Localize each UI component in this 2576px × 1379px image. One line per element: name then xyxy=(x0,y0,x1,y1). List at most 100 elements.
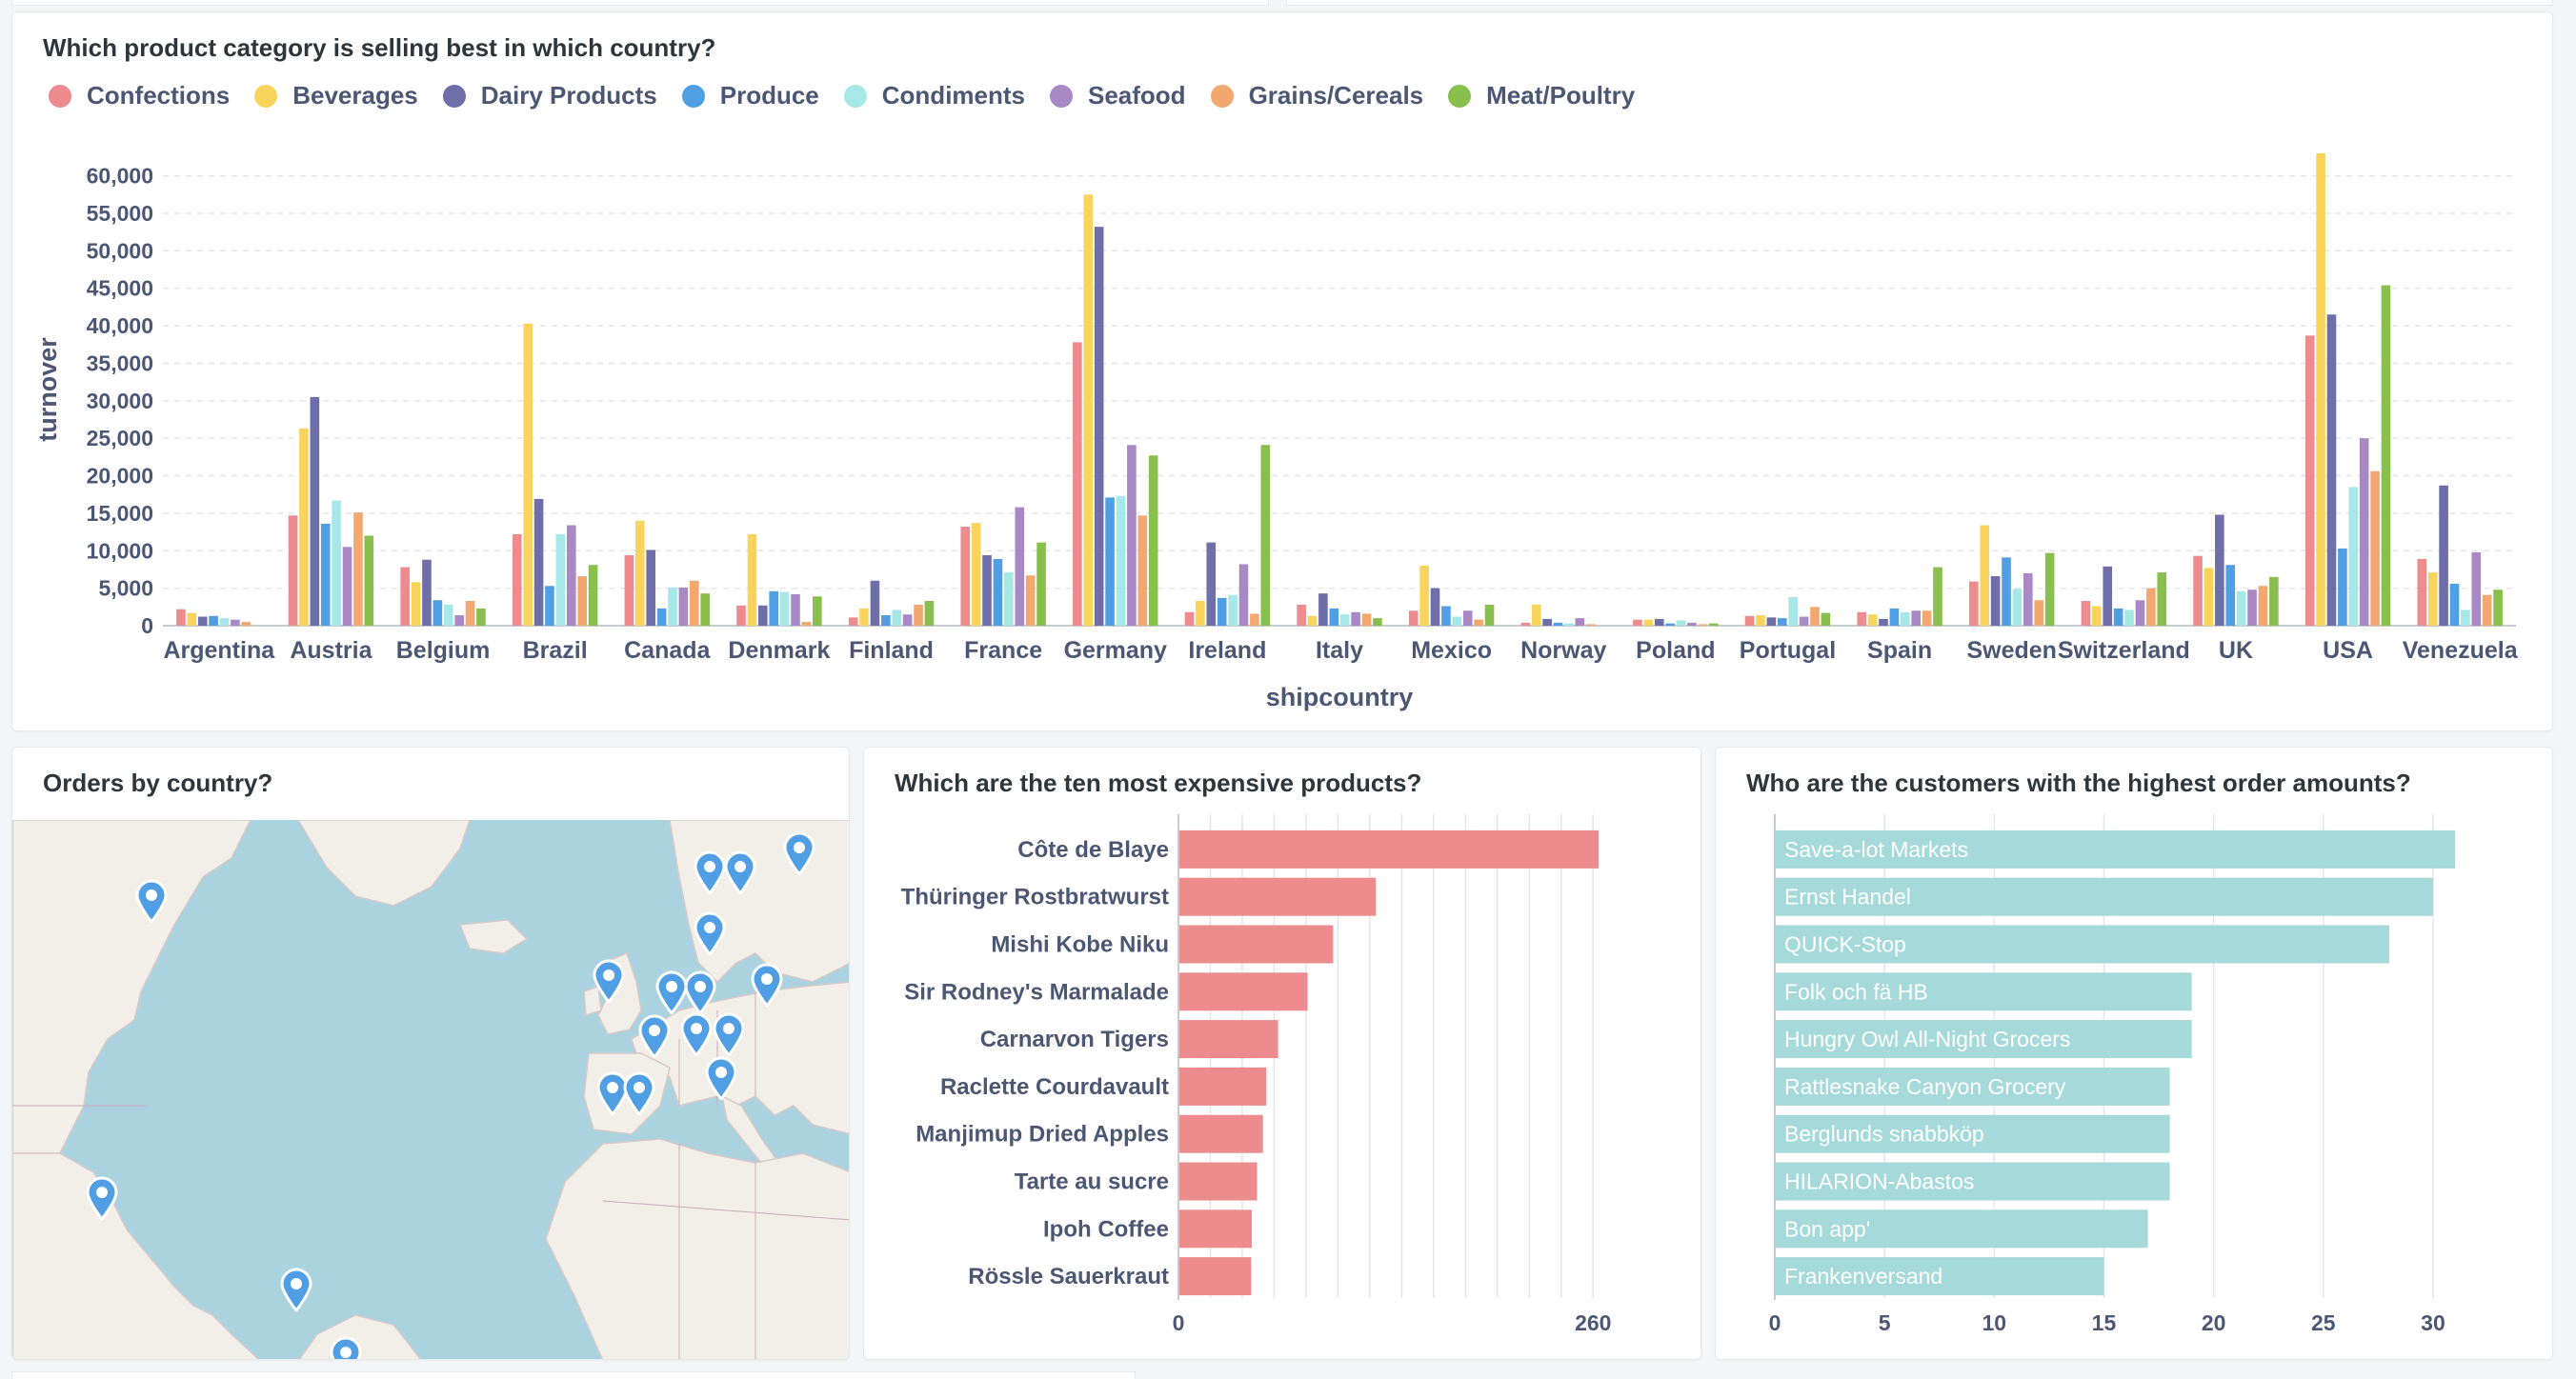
map-pin-icon[interactable] xyxy=(85,1176,119,1222)
bar[interactable] xyxy=(1788,597,1798,626)
map-pin-icon[interactable] xyxy=(750,963,784,1009)
bar[interactable] xyxy=(624,554,634,626)
bar[interactable] xyxy=(1933,567,1942,626)
bar[interactable] xyxy=(1756,614,1765,626)
bar[interactable] xyxy=(1178,1257,1252,1296)
bar[interactable] xyxy=(689,580,699,626)
bar[interactable] xyxy=(555,533,566,626)
bar[interactable] xyxy=(2204,568,2214,626)
bar[interactable] xyxy=(1178,1067,1267,1106)
bar[interactable] xyxy=(1250,613,1259,626)
map-pin-icon[interactable] xyxy=(693,911,727,957)
map-pin-icon[interactable] xyxy=(693,850,727,896)
bar[interactable] xyxy=(454,614,464,626)
bar[interactable] xyxy=(433,600,443,626)
bar[interactable] xyxy=(2092,606,2102,626)
bar[interactable] xyxy=(1643,619,1654,626)
bar[interactable] xyxy=(1633,619,1642,626)
bar[interactable] xyxy=(187,612,197,626)
bar[interactable] xyxy=(1361,613,1372,626)
bar[interactable] xyxy=(1073,342,1082,626)
bar[interactable] xyxy=(2193,555,2203,626)
bar[interactable] xyxy=(678,587,689,626)
bar[interactable] xyxy=(1297,604,1306,626)
bar[interactable] xyxy=(1879,618,1888,626)
bar[interactable] xyxy=(2236,590,2246,626)
bar[interactable] xyxy=(2113,608,2123,626)
map-pin-icon[interactable] xyxy=(723,850,757,896)
bar[interactable] xyxy=(588,565,598,626)
bar[interactable] xyxy=(1857,611,1866,626)
bar[interactable] xyxy=(960,527,971,626)
bar[interactable] xyxy=(859,608,869,626)
bar[interactable] xyxy=(2439,485,2448,626)
bar[interactable] xyxy=(634,520,645,626)
bar[interactable] xyxy=(320,523,331,626)
map-pin-icon[interactable] xyxy=(592,959,626,1005)
bar[interactable] xyxy=(1206,542,1217,626)
bar[interactable] xyxy=(176,609,186,626)
bar[interactable] xyxy=(1419,566,1429,626)
bar[interactable] xyxy=(2493,590,2503,626)
expensive-products-card[interactable]: Which are the ten most expensive product… xyxy=(863,747,1701,1360)
bar[interactable] xyxy=(1687,622,1697,626)
bar[interactable] xyxy=(2124,610,2134,626)
bar[interactable] xyxy=(1553,622,1563,626)
bar[interactable] xyxy=(646,550,655,626)
bar[interactable] xyxy=(1474,619,1483,626)
map-pin-icon[interactable] xyxy=(712,1012,746,1058)
bar[interactable] xyxy=(545,586,554,626)
bar[interactable] xyxy=(1777,618,1787,626)
bar[interactable] xyxy=(2247,590,2257,626)
bar[interactable] xyxy=(1178,1114,1263,1153)
bar[interactable] xyxy=(1564,623,1574,626)
bar[interactable] xyxy=(2215,514,2224,626)
bar[interactable] xyxy=(2449,583,2460,626)
bar[interactable] xyxy=(2258,586,2268,626)
bar[interactable] xyxy=(1137,515,1148,626)
bar[interactable] xyxy=(2225,565,2236,626)
bar[interactable] xyxy=(342,547,352,626)
bar[interactable] xyxy=(791,593,800,626)
bar[interactable] xyxy=(1575,618,1585,626)
bar[interactable] xyxy=(2316,153,2325,626)
bar[interactable] xyxy=(2471,551,2482,626)
bar[interactable] xyxy=(1105,497,1115,626)
bar[interactable] xyxy=(1178,877,1377,916)
bar[interactable] xyxy=(1116,495,1126,626)
map-pin-icon[interactable] xyxy=(637,1014,672,1060)
bar[interactable] xyxy=(848,617,858,626)
bar[interactable] xyxy=(1889,608,1900,626)
category-by-country-card[interactable]: Which product category is selling best i… xyxy=(11,11,2553,731)
bar[interactable] xyxy=(1708,623,1719,626)
bar[interactable] xyxy=(1178,1162,1258,1201)
bar[interactable] xyxy=(1025,575,1036,626)
bar[interactable] xyxy=(881,614,891,626)
bar[interactable] xyxy=(914,604,923,626)
bar[interactable] xyxy=(1178,1020,1278,1059)
bar[interactable] xyxy=(2157,572,2167,626)
bar[interactable] xyxy=(1911,610,1921,626)
bar[interactable] xyxy=(443,604,453,626)
bar[interactable] xyxy=(1178,829,1600,869)
bar[interactable] xyxy=(1238,564,1249,626)
bar[interactable] xyxy=(2381,285,2391,626)
bar[interactable] xyxy=(2269,576,2279,626)
bar[interactable] xyxy=(353,512,363,626)
bar[interactable] xyxy=(2427,572,2438,626)
bar[interactable] xyxy=(465,601,475,626)
bar[interactable] xyxy=(1148,455,1158,626)
bar[interactable] xyxy=(209,615,218,626)
bar[interactable] xyxy=(310,396,320,626)
bar[interactable] xyxy=(219,618,230,626)
bar[interactable] xyxy=(813,596,822,626)
bar[interactable] xyxy=(656,608,667,626)
bar[interactable] xyxy=(747,533,757,626)
bar[interactable] xyxy=(1178,1209,1253,1249)
map-pin-icon[interactable] xyxy=(134,879,169,925)
bar[interactable] xyxy=(1260,445,1271,626)
bar[interactable] xyxy=(1408,610,1419,626)
bar[interactable] xyxy=(241,622,252,626)
bar[interactable] xyxy=(2081,601,2091,626)
card-title[interactable]: Orders by country? xyxy=(43,769,272,798)
